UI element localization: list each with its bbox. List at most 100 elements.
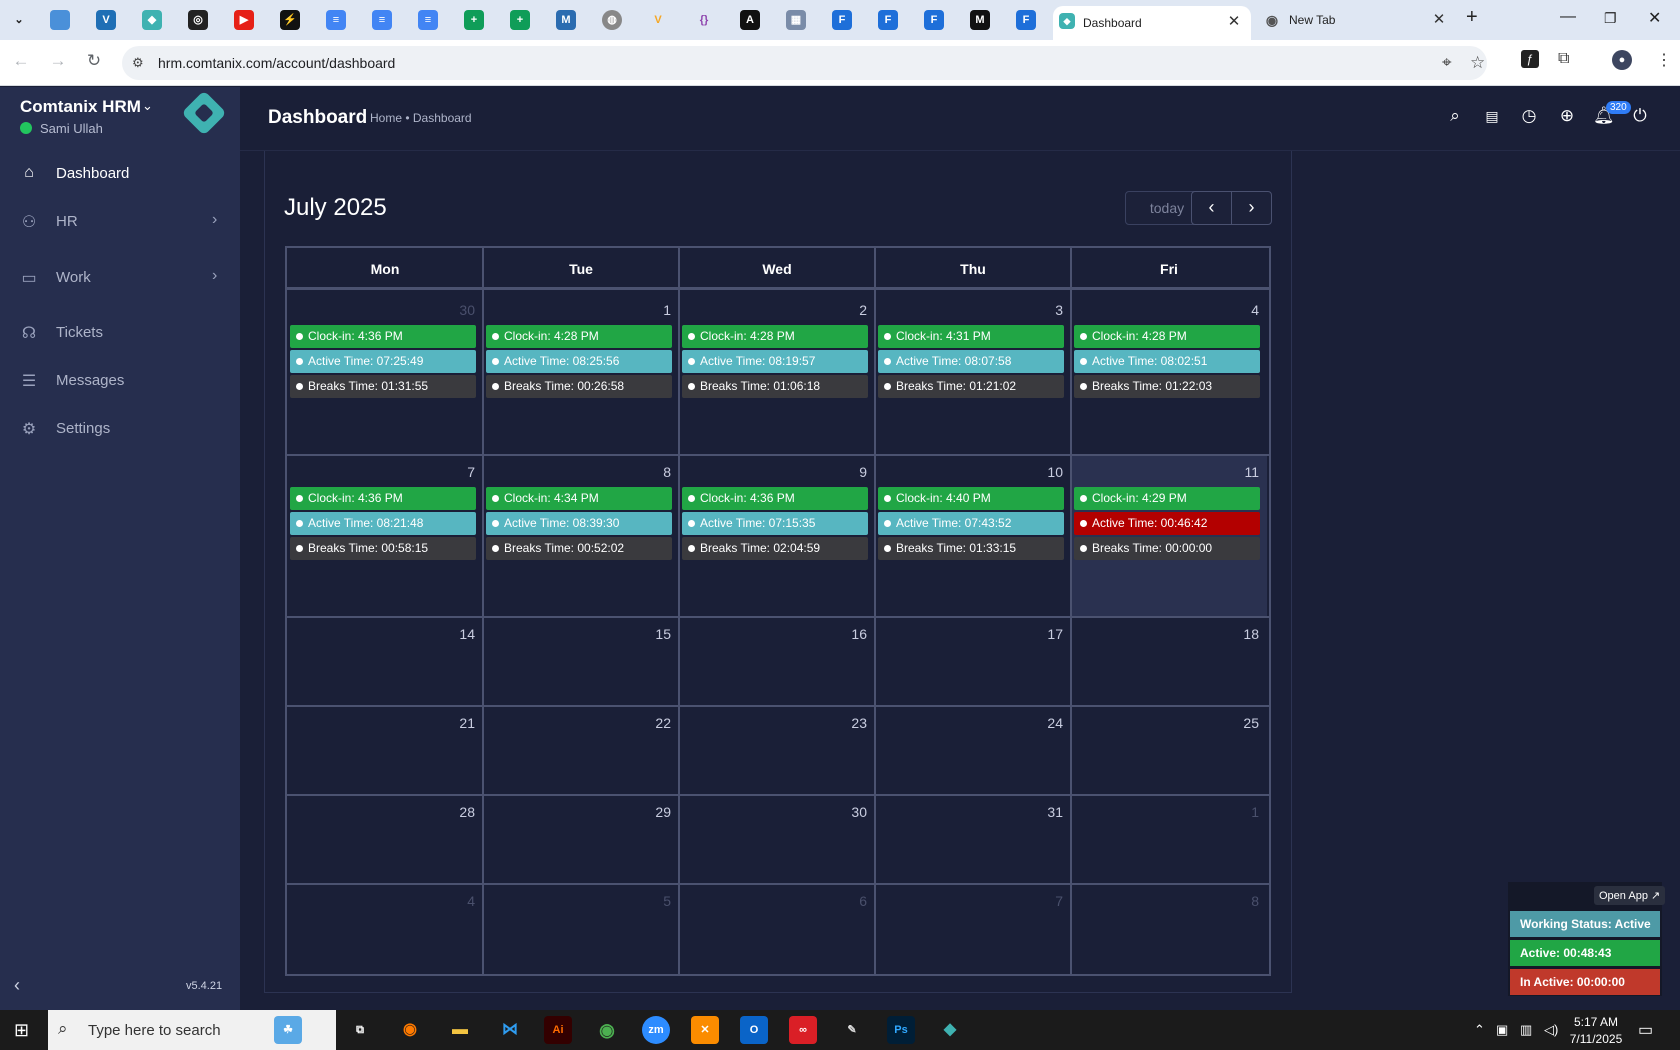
active-time-event[interactable]: Active Time: 07:15:35	[682, 512, 868, 535]
zoom-icon[interactable]: zm	[642, 1016, 670, 1044]
calendar-day-cell[interactable]: 24	[875, 706, 1071, 795]
pinned-tab-icon[interactable]: M	[556, 10, 576, 30]
calendar-day-cell[interactable]: 7 Clock-in: 4:36 PM Active Time: 08:21:48 B…	[287, 455, 483, 617]
day-number[interactable]: 1	[1219, 804, 1259, 820]
breaks-time-event[interactable]: Breaks Time: 01:22:03	[1074, 375, 1260, 398]
calendar-day-cell[interactable]: 3 Clock-in: 4:31 PM Active Time: 08:07:58 B…	[875, 293, 1071, 455]
calendar-day-cell[interactable]: 23	[679, 706, 875, 795]
pinned-tab-icon[interactable]	[50, 10, 70, 30]
clock-in-event[interactable]: Clock-in: 4:36 PM	[290, 487, 476, 510]
calendar-day-cell[interactable]: 25	[1071, 706, 1267, 795]
restore-icon[interactable]: ❐	[1604, 10, 1617, 27]
day-number[interactable]: 10	[1023, 464, 1063, 480]
day-number[interactable]: 28	[435, 804, 475, 820]
youtube-tab-icon[interactable]: ▶	[234, 10, 254, 30]
vscode-icon[interactable]: ⋈	[496, 1016, 524, 1044]
search-icon[interactable]: ⌕	[1445, 106, 1465, 126]
notification-center-icon[interactable]: ▭	[1638, 1020, 1653, 1040]
location-icon[interactable]: ⌖	[1442, 53, 1452, 73]
photoshop-icon[interactable]: Ps	[887, 1016, 915, 1044]
day-number[interactable]: 6	[827, 893, 867, 909]
network-icon[interactable]: ▥	[1520, 1022, 1532, 1038]
tray-overflow-icon[interactable]: ⌃	[1474, 1022, 1485, 1038]
calendar-day-cell[interactable]: 5	[483, 884, 679, 974]
address-bar[interactable]: ⚙ hrm.comtanix.com/account/dashboard ⌖ ☆	[122, 46, 1487, 80]
calendar-day-cell[interactable]: 17	[875, 617, 1071, 706]
calendar-day-cell[interactable]: 7	[875, 884, 1071, 974]
chrome-menu-icon[interactable]: ⋮	[1656, 50, 1672, 70]
calendar-day-cell[interactable]: 4	[287, 884, 483, 974]
calendar-day-cell[interactable]: 18	[1071, 617, 1267, 706]
extensions-puzzle-icon[interactable]: ⧉	[1558, 50, 1569, 68]
xampp-icon[interactable]: ✕	[691, 1016, 719, 1044]
calendar-day-cell[interactable]: 30 Clock-in: 4:36 PM Active Time: 07:25:49…	[287, 293, 483, 455]
sidebar-item-dashboard[interactable]: ⌂ Dashboard	[0, 154, 240, 194]
sidebar-item-hr[interactable]: ⚇ HR ›	[0, 202, 240, 242]
site-settings-icon[interactable]: ⚙	[132, 55, 144, 71]
add-circle-icon[interactable]: ⊕	[1557, 106, 1577, 126]
calendar-day-cell[interactable]: 6	[679, 884, 875, 974]
clock-in-event[interactable]: Clock-in: 4:28 PM	[1074, 325, 1260, 348]
pinned-tab-icon[interactable]: {}	[694, 10, 714, 30]
breaks-time-event[interactable]: Breaks Time: 00:00:00	[1074, 537, 1260, 560]
volume-icon[interactable]: ◁)	[1544, 1022, 1558, 1038]
back-icon[interactable]: ←	[10, 51, 32, 71]
day-number[interactable]: 8	[1219, 893, 1259, 909]
breadcrumb[interactable]: Home • Dashboard	[370, 111, 472, 125]
day-number[interactable]: 16	[827, 626, 867, 642]
clock-in-event[interactable]: Clock-in: 4:28 PM	[682, 325, 868, 348]
day-number[interactable]: 14	[435, 626, 475, 642]
next-month-button[interactable]: ›	[1231, 191, 1272, 225]
active-time-event[interactable]: Active Time: 08:07:58	[878, 350, 1064, 373]
active-time-event[interactable]: Active Time: 08:21:48	[290, 512, 476, 535]
sidebar-item-settings[interactable]: ⚙ Settings	[0, 409, 240, 449]
sheets-tab-icon[interactable]: +	[510, 10, 530, 30]
globe-tab-icon[interactable]: ◍	[602, 10, 622, 30]
day-number[interactable]: 1	[631, 302, 671, 318]
day-number[interactable]: 24	[1023, 715, 1063, 731]
profile-avatar[interactable]: ●	[1612, 50, 1632, 70]
chrome-icon[interactable]: ◉	[593, 1016, 621, 1044]
pinned-tab-icon[interactable]: ◎	[188, 10, 208, 30]
active-time-event[interactable]: Active Time: 08:19:57	[682, 350, 868, 373]
active-time-event[interactable]: Active Time: 08:39:30	[486, 512, 672, 535]
calendar-day-cell[interactable]: 22	[483, 706, 679, 795]
calendar-day-cell[interactable]: 15	[483, 617, 679, 706]
hrm-app-icon[interactable]: ◆	[936, 1016, 964, 1044]
day-number[interactable]: 18	[1219, 626, 1259, 642]
day-number[interactable]: 22	[631, 715, 671, 731]
day-number[interactable]: 23	[827, 715, 867, 731]
calendar-day-cell[interactable]: 14	[287, 617, 483, 706]
pinned-tab-icon[interactable]: V	[96, 10, 116, 30]
breaks-time-event[interactable]: Breaks Time: 00:26:58	[486, 375, 672, 398]
day-number[interactable]: 11	[1219, 464, 1259, 480]
calendar-day-cell[interactable]: 30	[679, 795, 875, 884]
forward-icon[interactable]: →	[47, 51, 69, 71]
calendar-day-cell[interactable]: 1	[1071, 795, 1267, 884]
breaks-time-event[interactable]: Breaks Time: 00:52:02	[486, 537, 672, 560]
prev-month-button[interactable]: ‹	[1191, 191, 1232, 225]
active-time-event[interactable]: Active Time: 08:02:51	[1074, 350, 1260, 373]
clock-in-event[interactable]: Clock-in: 4:36 PM	[682, 487, 868, 510]
forms-tab-icon[interactable]: F	[878, 10, 898, 30]
pinned-tab-icon[interactable]: A	[740, 10, 760, 30]
taskbar-time[interactable]: 5:17 AM	[1572, 1015, 1620, 1029]
taskbar-search-input[interactable]: ⌕ Type here to search ☘	[48, 1010, 336, 1050]
calendar-day-cell[interactable]: 10 Clock-in: 4:40 PM Active Time: 07:43:52…	[875, 455, 1071, 617]
creative-cloud-icon[interactable]: ∞	[789, 1016, 817, 1044]
active-time-event[interactable]: Active Time: 08:25:56	[486, 350, 672, 373]
day-number[interactable]: 5	[631, 893, 671, 909]
day-number[interactable]: 9	[827, 464, 867, 480]
forms-tab-icon[interactable]: F	[924, 10, 944, 30]
pinned-tab-icon[interactable]: ▦	[786, 10, 806, 30]
breaks-time-event[interactable]: Breaks Time: 01:33:15	[878, 537, 1064, 560]
breaks-time-event[interactable]: Breaks Time: 01:21:02	[878, 375, 1064, 398]
reload-icon[interactable]: ↻	[83, 51, 105, 71]
day-number[interactable]: 21	[435, 715, 475, 731]
day-number[interactable]: 17	[1023, 626, 1063, 642]
calendar-day-cell[interactable]: 11 Clock-in: 4:29 PM Active Time: 00:46:42…	[1071, 455, 1267, 617]
docs-tab-icon[interactable]: ≡	[418, 10, 438, 30]
open-app-button[interactable]: Open App ↗	[1594, 886, 1666, 905]
clock-in-event[interactable]: Clock-in: 4:36 PM	[290, 325, 476, 348]
file-explorer-icon[interactable]: ▬	[446, 1016, 474, 1044]
